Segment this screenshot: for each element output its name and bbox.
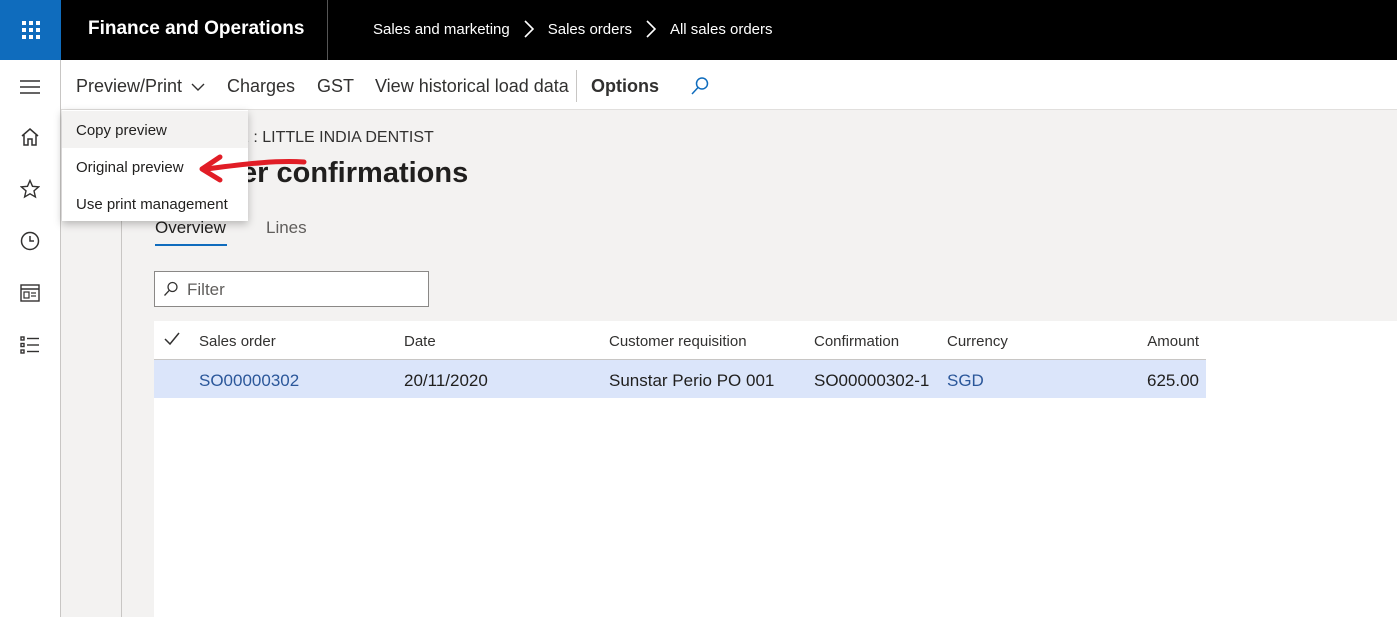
filter-box [154, 271, 429, 307]
app-title[interactable]: Finance and Operations [88, 18, 304, 40]
search-icon[interactable] [690, 76, 710, 101]
chevron-down-icon [191, 83, 205, 91]
cell-currency[interactable]: SGD [947, 371, 984, 391]
select-all-checkmark-icon[interactable] [164, 332, 180, 351]
column-header-customer-requisition[interactable]: Customer requisition [609, 333, 747, 350]
star-icon[interactable] [19, 178, 41, 200]
column-header-amount[interactable]: Amount [1099, 333, 1199, 350]
left-navigation [0, 60, 61, 617]
home-icon[interactable] [19, 126, 41, 148]
clock-icon[interactable] [19, 230, 41, 252]
gst-button[interactable]: GST [317, 76, 354, 97]
annotation-arrow-icon [199, 154, 307, 183]
charges-button[interactable]: Charges [227, 76, 295, 97]
workspace-icon[interactable] [19, 282, 41, 304]
preview-print-label: Preview/Print [76, 76, 183, 96]
breadcrumb-item-sales-marketing[interactable]: Sales and marketing [373, 21, 510, 38]
breadcrumb-item-sales-orders[interactable]: Sales orders [548, 21, 632, 38]
chevron-right-icon [646, 20, 656, 38]
page-caption: 2 : LITTLE INDIA DENTIST [240, 129, 434, 146]
app-launcher-button[interactable] [0, 0, 61, 60]
cell-amount: 625.00 [1147, 371, 1199, 390]
cell-sales-order[interactable]: SO00000302 [199, 371, 299, 391]
action-pane: Preview/Print Charges GST View historica… [61, 60, 1397, 110]
menu-item-use-print-management[interactable]: Use print management [62, 185, 248, 222]
breadcrumb: Sales and marketing Sales orders All sal… [373, 20, 773, 38]
column-header-date[interactable]: Date [404, 333, 436, 350]
confirmations-grid: Sales order Date Customer requisition Co… [154, 321, 1397, 617]
top-divider [327, 0, 328, 60]
hamburger-icon[interactable] [19, 76, 41, 98]
tab-lines[interactable]: Lines [266, 218, 307, 238]
filter-input[interactable] [187, 280, 417, 300]
column-header-sales-order[interactable]: Sales order [199, 333, 276, 350]
breadcrumb-item-all-sales-orders[interactable]: All sales orders [670, 21, 773, 38]
cell-confirmation: SO00000302-1 [814, 371, 930, 390]
filter-search-icon [163, 281, 179, 302]
waffle-icon [21, 21, 40, 39]
table-row[interactable]: SO00000302 20/11/2020 Sunstar Perio PO 0… [154, 360, 1206, 398]
view-historical-load-data-button[interactable]: View historical load data [375, 76, 569, 97]
menu-item-copy-preview[interactable]: Copy preview [62, 111, 248, 148]
top-bar: Finance and Operations Sales and marketi… [0, 0, 1397, 60]
grid-header: Sales order Date Customer requisition Co… [154, 321, 1206, 360]
column-header-confirmation[interactable]: Confirmation [814, 333, 899, 350]
tab-selected-indicator [155, 244, 227, 246]
cell-date: 20/11/2020 [404, 371, 488, 390]
chevron-right-icon [524, 20, 534, 38]
cell-customer-requisition: Sunstar Perio PO 001 [609, 371, 775, 390]
options-tab[interactable]: Options [591, 76, 659, 97]
list-icon[interactable] [19, 334, 41, 356]
column-header-currency[interactable]: Currency [947, 333, 1008, 350]
action-pane-divider [576, 70, 577, 102]
preview-print-button[interactable]: Preview/Print [76, 76, 205, 97]
